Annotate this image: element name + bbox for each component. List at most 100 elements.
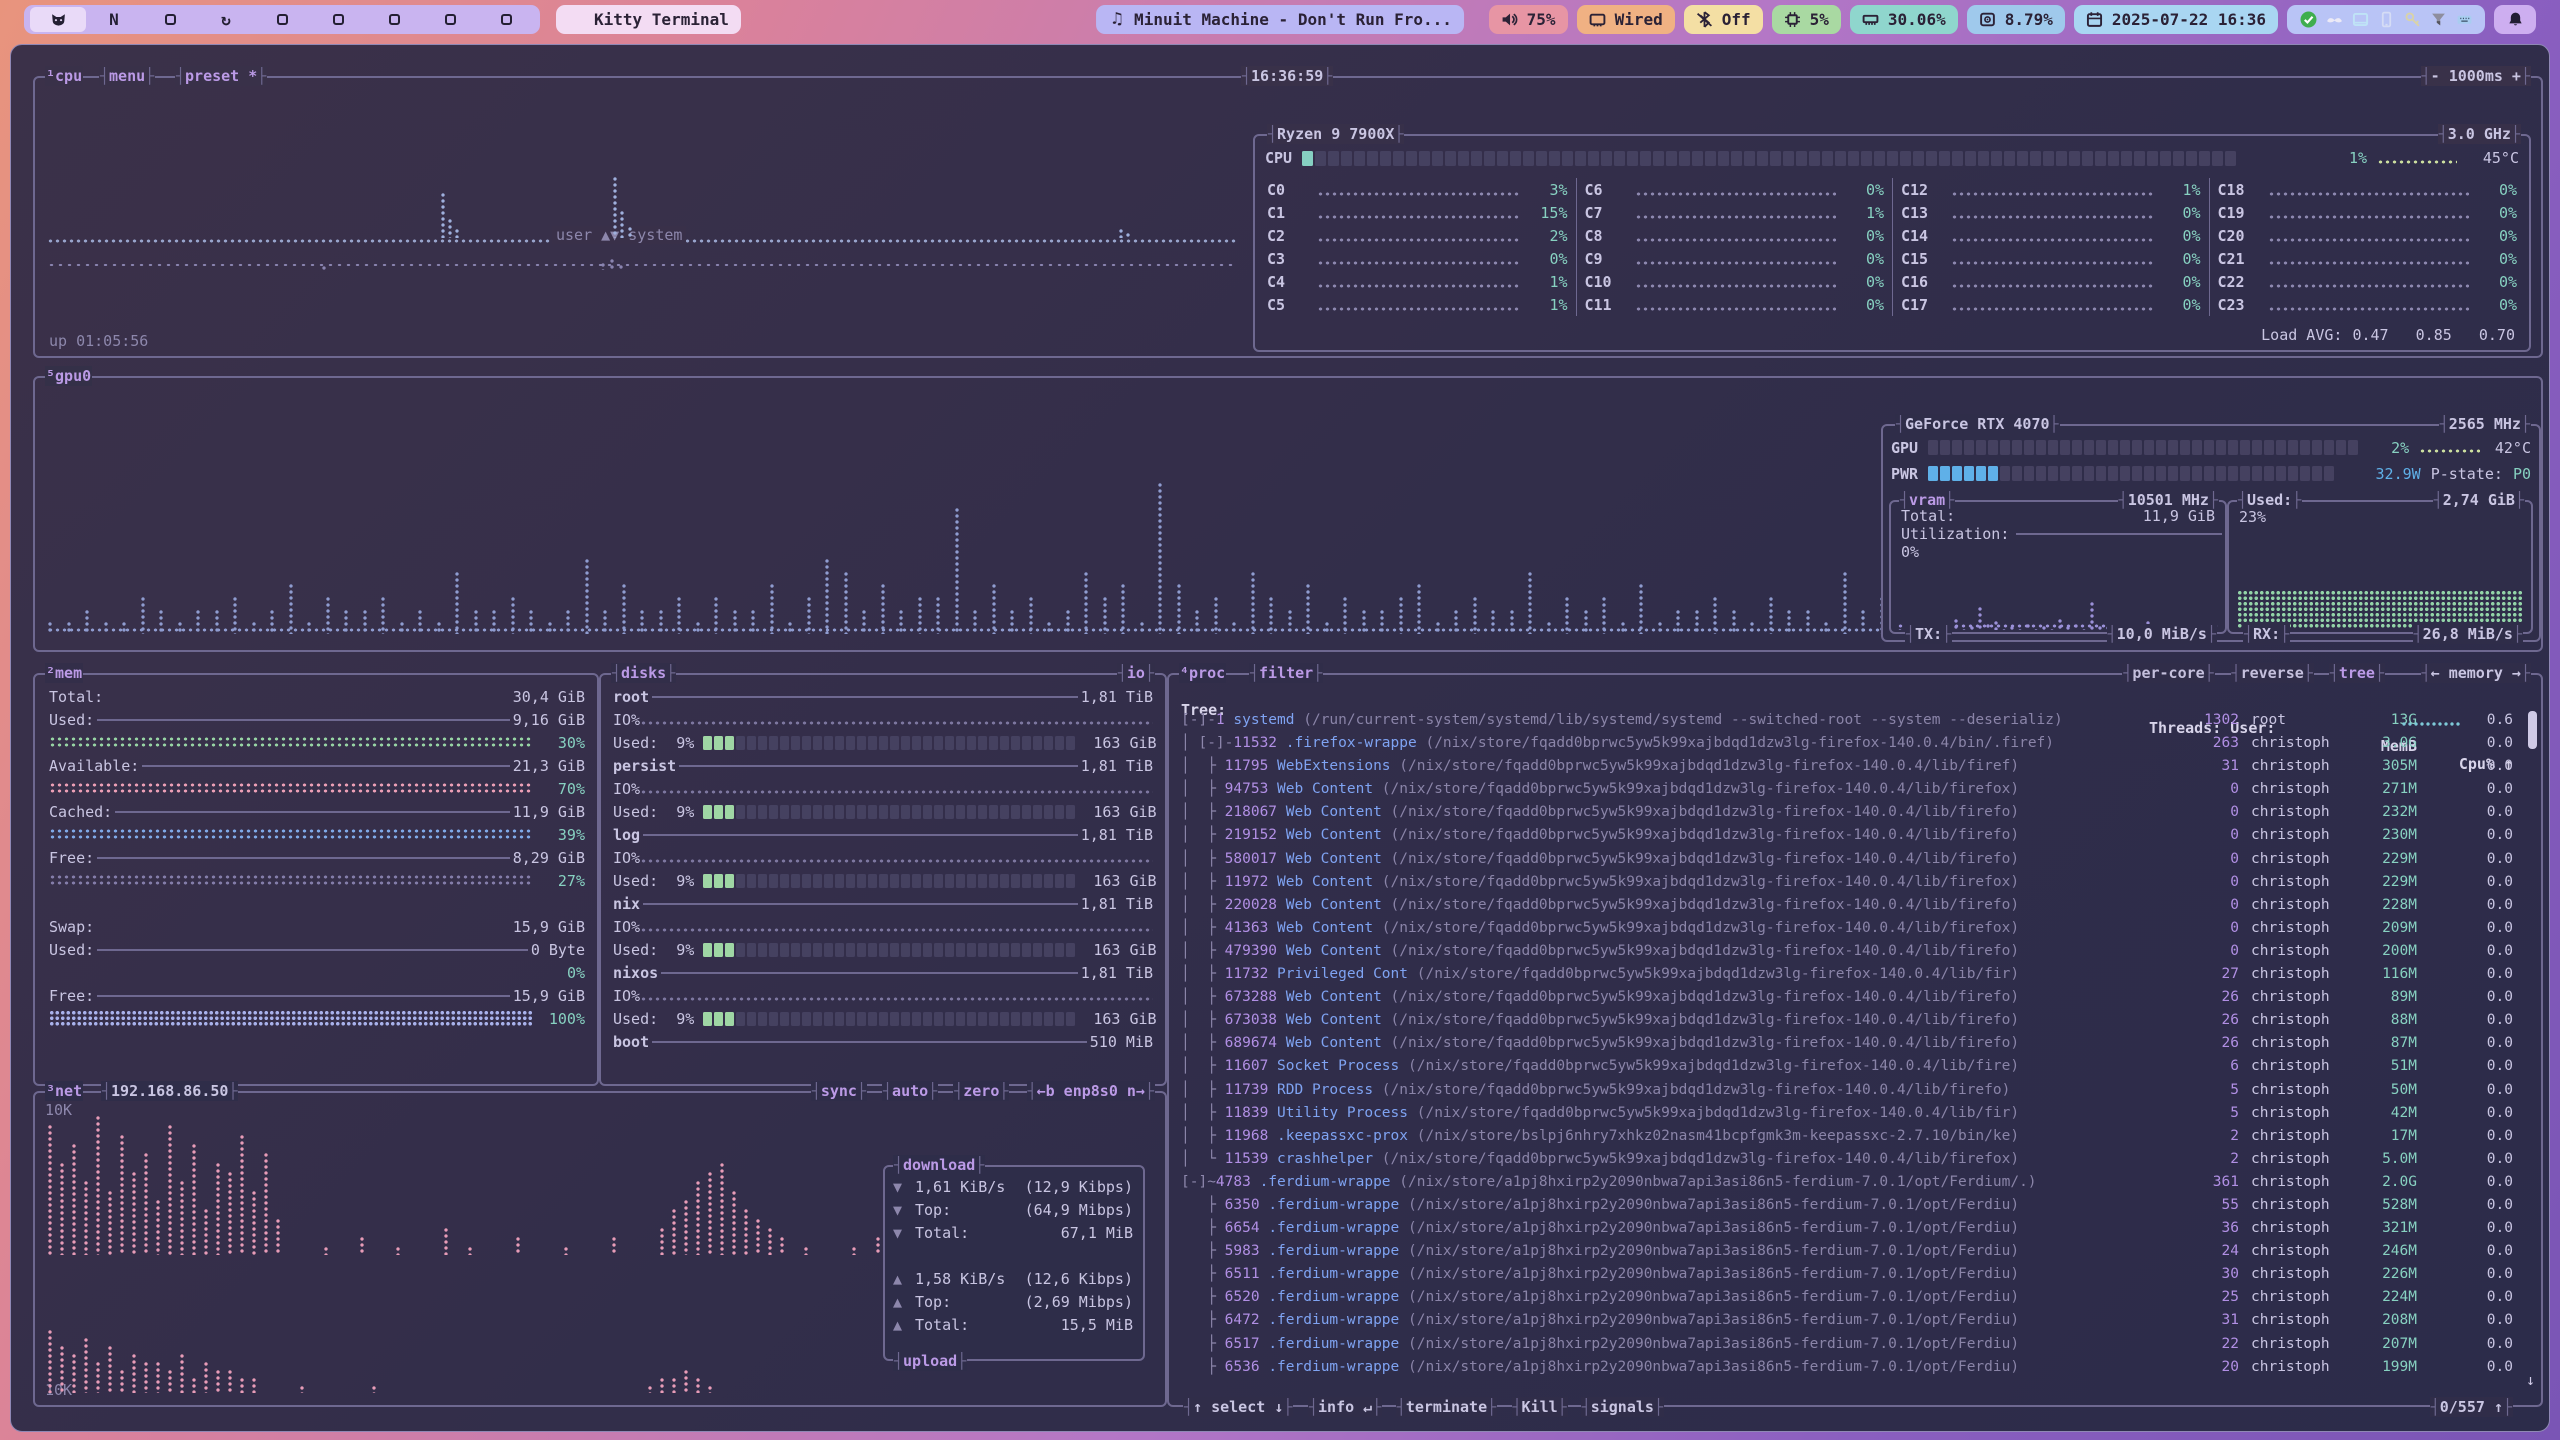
cpu-panel: ¹cpu menu preset * 16:36:59 - 1000ms + u… <box>33 76 2543 358</box>
window-title[interactable]: Kitty Terminal <box>556 5 741 34</box>
vram-box: vram 10501 MHz Total: 11,9 GiB Utilizati… <box>1889 500 2227 634</box>
proc-action-info-[interactable]: info ↵ <box>1308 1397 1382 1417</box>
proc-action-kill[interactable]: Kill <box>1512 1397 1568 1417</box>
disks-io-toggle[interactable]: io <box>1117 663 1155 683</box>
process-row[interactable]: ├ 6517 .ferdium-wrappe (/nix/store/a1pj8… <box>1169 1333 2527 1356</box>
process-row[interactable]: │ ├ 11795 WebExtensions (/nix/store/fqad… <box>1169 755 2527 778</box>
uptime-label: up 01:05:56 <box>49 332 148 350</box>
process-scrollbar[interactable] <box>2528 711 2537 1375</box>
workspace-4[interactable]: ↻ <box>198 7 254 32</box>
process-row[interactable]: │ ├ 11972 Web Content (/nix/store/fqadd0… <box>1169 871 2527 894</box>
memory-usage-pill[interactable]: 30.06% <box>1850 5 1958 34</box>
bluetooth-value: Off <box>1722 10 1751 29</box>
process-row[interactable]: ├ 6350 .ferdium-wrappe (/nix/store/a1pj8… <box>1169 1194 2527 1217</box>
process-row[interactable]: ├ 6472 .ferdium-wrappe (/nix/store/a1pj8… <box>1169 1309 2527 1332</box>
process-row[interactable]: │ ├ 11968 .keepassxc-prox (/nix/store/bs… <box>1169 1125 2527 1148</box>
clock-pill[interactable]: 2025-07-22 16:36 <box>2074 5 2278 34</box>
process-row[interactable]: [-]-1 systemd (/run/current-system/syste… <box>1169 709 2527 732</box>
scroll-down-icon[interactable]: ↓ <box>2526 1371 2535 1389</box>
net-option-sync[interactable]: sync <box>811 1081 867 1101</box>
process-row[interactable]: ├ 6654 .ferdium-wrappe (/nix/store/a1pj8… <box>1169 1217 2527 1240</box>
process-list: [-]-1 systemd (/run/current-system/syste… <box>1169 709 2527 1379</box>
process-row[interactable]: │ └ 11539 crashhelper (/nix/store/fqadd0… <box>1169 1148 2527 1171</box>
proc-action-terminate[interactable]: terminate <box>1396 1397 1497 1417</box>
cpu-temp-value: 45°C <box>2467 149 2519 167</box>
clock-value: 2025-07-22 16:36 <box>2112 10 2266 29</box>
core-stat-c20: C200% <box>2209 224 2526 247</box>
workspace-5[interactable] <box>254 7 310 32</box>
process-row[interactable]: │ ├ 673288 Web Content (/nix/store/fqadd… <box>1169 986 2527 1009</box>
workspace-2[interactable]: N <box>86 7 142 32</box>
process-row[interactable]: [-]~4783 .ferdium-wrappe (/nix/store/a1p… <box>1169 1171 2527 1194</box>
core-stat-c11: C110% <box>1576 293 1893 316</box>
gpu-rx-label: RX: <box>2243 624 2290 644</box>
workspace-8[interactable] <box>422 7 478 32</box>
phone-icon[interactable] <box>2377 10 2395 28</box>
process-row[interactable]: ├ 6536 .ferdium-wrappe (/nix/store/a1pj8… <box>1169 1356 2527 1379</box>
process-row[interactable]: │ ├ 11739 RDD Process (/nix/store/fqadd0… <box>1169 1079 2527 1102</box>
music-widget[interactable]: ♫ Minuit Machine - Don't Run Fro... <box>1096 5 1464 34</box>
process-row[interactable]: │ [-]-11532 .firefox-wrappe (/nix/store/… <box>1169 732 2527 755</box>
network-value: Wired <box>1615 10 1663 29</box>
process-row[interactable]: │ ├ 580017 Web Content (/nix/store/fqadd… <box>1169 848 2527 871</box>
workspace-1[interactable] <box>30 7 86 32</box>
cpu-usage-pill[interactable]: 5% <box>1772 5 1841 34</box>
keyboard-icon[interactable] <box>2455 10 2473 28</box>
disks-panel-title: disks <box>611 663 676 683</box>
process-row[interactable]: │ ├ 673038 Web Content (/nix/store/fqadd… <box>1169 1009 2527 1032</box>
kitty-terminal-window: ¹cpu menu preset * 16:36:59 - 1000ms + u… <box>10 44 2550 1432</box>
process-row[interactable]: │ ├ 11839 Utility Process (/nix/store/fq… <box>1169 1102 2527 1125</box>
core-stat-c17: C170% <box>1892 293 2209 316</box>
menu-button[interactable]: menu <box>99 66 155 86</box>
disk-usage-pill[interactable]: 8.79% <box>1967 5 2065 34</box>
square-icon <box>497 10 515 28</box>
proc-option-per-core[interactable]: per-core <box>2122 663 2214 683</box>
process-row[interactable]: │ ├ 41363 Web Content (/nix/store/fqadd0… <box>1169 917 2527 940</box>
net-option--b-enp8s0-n-[interactable]: ←b enp8s0 n→ <box>1027 1081 1155 1101</box>
funnel-icon[interactable] <box>2429 10 2447 28</box>
net-stat-row: ▲1,58 KiB/s(12,6 Kibps) <box>893 1267 1133 1290</box>
volume-pill[interactable]: 75% <box>1489 5 1568 34</box>
net-option-auto[interactable]: auto <box>882 1081 938 1101</box>
net-option-zero[interactable]: zero <box>953 1081 1009 1101</box>
key-icon[interactable] <box>2403 10 2421 28</box>
process-row[interactable]: ├ 6520 .ferdium-wrappe (/nix/store/a1pj8… <box>1169 1286 2527 1309</box>
process-row[interactable]: │ ├ 218067 Web Content (/nix/store/fqadd… <box>1169 801 2527 824</box>
scrollbar-thumb[interactable] <box>2528 711 2537 749</box>
process-row[interactable]: │ ├ 220028 Web Content (/nix/store/fqadd… <box>1169 894 2527 917</box>
process-row[interactable]: ├ 6511 .ferdium-wrappe (/nix/store/a1pj8… <box>1169 1263 2527 1286</box>
vram-used-label: Used: <box>2237 490 2302 510</box>
process-row[interactable]: │ ├ 11732 Privileged Cont (/nix/store/fq… <box>1169 963 2527 986</box>
bluetooth-pill[interactable]: Off <box>1684 5 1763 34</box>
proc-action--select-[interactable]: ↑ select ↓ <box>1183 1397 1293 1417</box>
sort-column-selector[interactable]: ← memory → <box>2421 663 2531 683</box>
network-pill[interactable]: Wired <box>1577 5 1675 34</box>
process-row[interactable]: │ ├ 219152 Web Content (/nix/store/fqadd… <box>1169 824 2527 847</box>
workspace-3[interactable] <box>142 7 198 32</box>
process-row[interactable]: │ ├ 94753 Web Content (/nix/store/fqadd0… <box>1169 778 2527 801</box>
check-circle-icon[interactable] <box>2299 10 2317 28</box>
proc-option-tree[interactable]: tree <box>2329 663 2385 683</box>
mem-row-used: Used:9,16 GiB <box>49 708 585 731</box>
filter-button[interactable]: filter <box>1249 663 1323 683</box>
workspace-9[interactable] <box>478 7 534 32</box>
window-icon[interactable] <box>2351 10 2369 28</box>
workspace-7[interactable] <box>366 7 422 32</box>
process-row[interactable]: │ ├ 689674 Web Content (/nix/store/fqadd… <box>1169 1032 2527 1055</box>
gpu-power-meter <box>1928 466 2365 481</box>
network-speed-stats: ▼1,61 KiB/s(12,9 Kibps)▼Top:(64,9 Mibps)… <box>885 1167 1143 1336</box>
gpu-power-label: PWR <box>1891 465 1918 483</box>
process-row[interactable]: ├ 5983 .ferdium-wrappe (/nix/store/a1pj8… <box>1169 1240 2527 1263</box>
notification-button[interactable] <box>2494 5 2536 34</box>
process-row[interactable]: │ ├ 11607 Socket Process (/nix/store/fqa… <box>1169 1055 2527 1078</box>
preset-button[interactable]: preset * <box>175 66 267 86</box>
process-row[interactable]: │ ├ 479390 Web Content (/nix/store/fqadd… <box>1169 940 2527 963</box>
mustache-icon[interactable] <box>2325 10 2343 28</box>
status-bar: N ↻ Kitty Terminal ♫ Minuit Machine - Don… <box>0 0 2560 38</box>
update-interval-control[interactable]: - 1000ms + <box>2421 66 2531 86</box>
workspace-6[interactable] <box>310 7 366 32</box>
proc-option-reverse[interactable]: reverse <box>2231 663 2314 683</box>
cpu-detail-box: Ryzen 9 7900X 3.0 GHz CPU 1% 45°C C03%C1… <box>1253 134 2531 352</box>
proc-action-signals[interactable]: signals <box>1581 1397 1664 1417</box>
gpu-usage-label: GPU <box>1891 439 1918 457</box>
